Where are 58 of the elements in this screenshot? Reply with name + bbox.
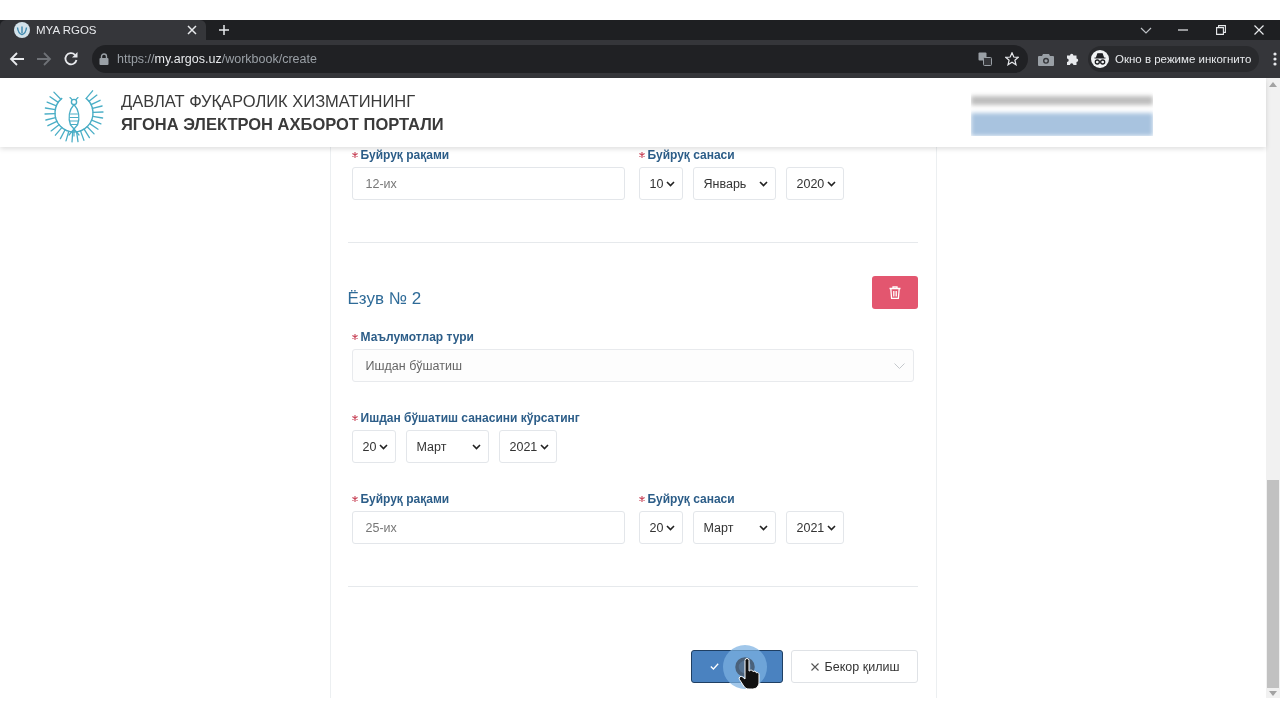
- chevron-down-icon: [893, 362, 905, 369]
- field-label: Ишдан бўшатиш санасини кўрсатинг: [360, 411, 580, 425]
- scrollbar-thumb[interactable]: [1267, 480, 1279, 688]
- text-field[interactable]: 12-их: [351, 167, 625, 200]
- field-label: Буйруқ санаси: [647, 148, 735, 162]
- chevron-down-icon: [665, 180, 675, 187]
- dropdown-select[interactable]: Ишдан бўшатиш: [351, 349, 914, 382]
- trash-icon: [888, 286, 901, 299]
- two-squares-icon[interactable]: [978, 52, 992, 66]
- text-field[interactable]: 25-их: [351, 511, 625, 544]
- puzzle-icon[interactable]: [1066, 52, 1080, 66]
- field-label: Маълумотлар тури: [360, 330, 474, 344]
- site-favicon-icon: [14, 22, 30, 38]
- chevron-down-icon: [826, 180, 836, 187]
- day-select[interactable]: 20: [638, 511, 683, 544]
- browser-tab[interactable]: MYA RGOS: [0, 20, 206, 40]
- check-icon: [709, 663, 719, 670]
- year-select[interactable]: 2021: [498, 430, 557, 463]
- scrollbar-track[interactable]: [1266, 78, 1280, 698]
- month-select[interactable]: Март: [692, 511, 776, 544]
- field-label: Буйруқ рақами: [360, 148, 450, 162]
- chevron-down-icon: [539, 443, 549, 450]
- field-label: Буйруқ рақами: [360, 492, 450, 506]
- month-select[interactable]: Март: [405, 430, 489, 463]
- more-menu-icon[interactable]: [1273, 52, 1278, 66]
- chevron-down-icon: [758, 180, 768, 187]
- chevron-down-icon[interactable]: [1140, 26, 1152, 34]
- chevron-down-icon: [826, 524, 836, 531]
- close-icon: [810, 662, 819, 671]
- chevron-down-icon: [471, 443, 481, 450]
- delete-button[interactable]: [871, 276, 918, 309]
- chevron-down-icon: [665, 524, 675, 531]
- restore-window-icon[interactable]: [1216, 25, 1226, 35]
- chevron-down-icon: [758, 524, 768, 531]
- portal-title-line: ДАВЛАТ ФУҚАРОЛИК ХИЗМАТИНИНГ: [121, 90, 416, 112]
- incognito-profile-button[interactable]: Окно в режиме инкогнито: [1088, 46, 1260, 72]
- new-tab-plus-icon[interactable]: [219, 25, 229, 35]
- star-icon[interactable]: [1005, 52, 1019, 66]
- day-select[interactable]: 20: [351, 430, 396, 463]
- year-select[interactable]: 2020: [785, 167, 844, 200]
- hand-cursor-icon: [737, 658, 760, 690]
- back-arrow-icon[interactable]: [9, 51, 25, 67]
- lock-icon: [99, 53, 109, 65]
- portal-title-line: ЯГОНА ЭЛЕКТРОН АХБОРОТ ПОРТАЛИ: [121, 113, 444, 135]
- cancel-button[interactable]: Бекор қилиш: [790, 650, 918, 683]
- year-select[interactable]: 2021: [785, 511, 844, 544]
- close-window-icon[interactable]: [1254, 25, 1264, 35]
- camera-icon[interactable]: [1038, 52, 1054, 66]
- close-tab-icon[interactable]: [187, 25, 197, 35]
- day-select[interactable]: 10: [638, 167, 683, 200]
- entry-heading: Ёзув № 2: [347, 289, 422, 309]
- month-select[interactable]: Январь: [692, 167, 776, 200]
- reload-icon[interactable]: [63, 51, 79, 67]
- field-label: Буйруқ санаси: [647, 492, 735, 506]
- chevron-down-icon: [378, 443, 388, 450]
- hat-and-glasses-icon: [1091, 50, 1109, 68]
- address-bar[interactable]: https://my.argos.uz/workbook/create: [92, 45, 1028, 73]
- url-text: https://my.argos.uz/workbook/create: [117, 52, 318, 66]
